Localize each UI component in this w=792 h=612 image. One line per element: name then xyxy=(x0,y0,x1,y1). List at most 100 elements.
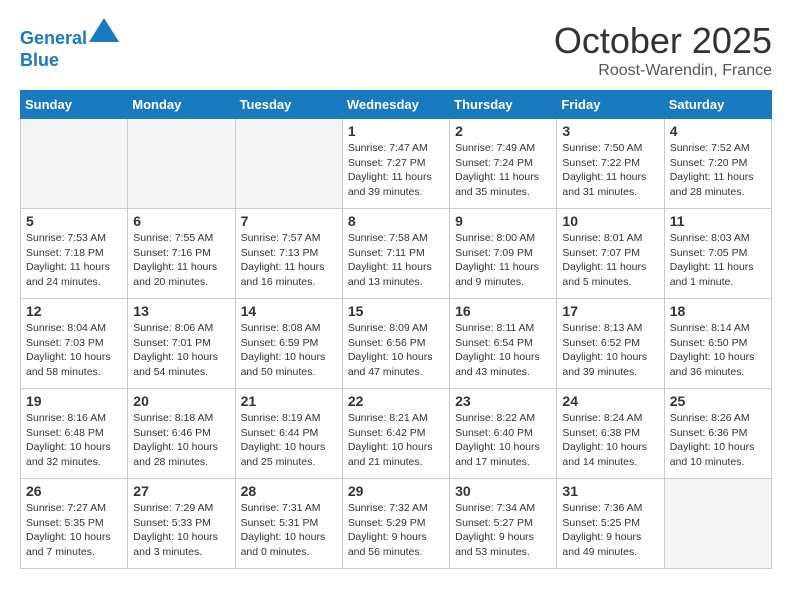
weekday-header-saturday: Saturday xyxy=(664,91,771,119)
day-number: 5 xyxy=(26,213,122,229)
day-number: 24 xyxy=(562,393,658,409)
calendar-week-row: 5 Sunrise: 7:53 AM Sunset: 7:18 PM Daylig… xyxy=(21,209,772,299)
day-number: 18 xyxy=(670,303,766,319)
day-info: Sunrise: 8:16 AM Sunset: 6:48 PM Dayligh… xyxy=(26,411,122,470)
day-number: 3 xyxy=(562,123,658,139)
day-info: Sunrise: 7:52 AM Sunset: 7:20 PM Dayligh… xyxy=(670,141,766,200)
day-number: 8 xyxy=(348,213,444,229)
day-info: Sunrise: 7:27 AM Sunset: 5:35 PM Dayligh… xyxy=(26,501,122,560)
logo: GeneralBlue xyxy=(20,20,119,71)
calendar-week-row: 19 Sunrise: 8:16 AM Sunset: 6:48 PM Dayli… xyxy=(21,389,772,479)
day-info: Sunrise: 7:36 AM Sunset: 5:25 PM Dayligh… xyxy=(562,501,658,560)
calendar-cell: 12Sunrise: 8:04 AM Sunset: 7:03 PM Dayli… xyxy=(21,299,128,389)
day-number: 17 xyxy=(562,303,658,319)
calendar-cell: 31 Sunrise: 7:36 AM Sunset: 5:25 PM Dayli… xyxy=(557,479,664,569)
calendar-cell: 14 Sunrise: 8:08 AM Sunset: 6:59 PM Dayli… xyxy=(235,299,342,389)
day-number: 10 xyxy=(562,213,658,229)
weekday-header-monday: Monday xyxy=(128,91,235,119)
day-info: Sunrise: 8:21 AM Sunset: 6:42 PM Dayligh… xyxy=(348,411,444,470)
calendar-cell: 4 Sunrise: 7:52 AM Sunset: 7:20 PM Daylig… xyxy=(664,119,771,209)
weekday-header-thursday: Thursday xyxy=(450,91,557,119)
calendar-cell: 18 Sunrise: 8:14 AM Sunset: 6:50 PM Dayli… xyxy=(664,299,771,389)
calendar-cell: 30 Sunrise: 7:34 AM Sunset: 5:27 PM Dayli… xyxy=(450,479,557,569)
calendar-cell: 21Sunrise: 8:19 AM Sunset: 6:44 PM Dayli… xyxy=(235,389,342,479)
calendar-cell: 11Sunrise: 8:03 AM Sunset: 7:05 PM Dayli… xyxy=(664,209,771,299)
calendar-cell: 27 Sunrise: 7:29 AM Sunset: 5:33 PM Dayli… xyxy=(128,479,235,569)
day-number: 13 xyxy=(133,303,229,319)
day-number: 31 xyxy=(562,483,658,499)
calendar-week-row: 26Sunrise: 7:27 AM Sunset: 5:35 PM Dayli… xyxy=(21,479,772,569)
location: Roost-Warendin, France xyxy=(554,62,772,80)
calendar-cell xyxy=(664,479,771,569)
calendar-cell: 29Sunrise: 7:32 AM Sunset: 5:29 PM Dayli… xyxy=(342,479,449,569)
day-info: Sunrise: 7:53 AM Sunset: 7:18 PM Dayligh… xyxy=(26,231,122,290)
weekday-header-wednesday: Wednesday xyxy=(342,91,449,119)
calendar-cell: 15Sunrise: 8:09 AM Sunset: 6:56 PM Dayli… xyxy=(342,299,449,389)
day-number: 30 xyxy=(455,483,551,499)
day-number: 15 xyxy=(348,303,444,319)
day-number: 28 xyxy=(241,483,337,499)
calendar-cell: 22Sunrise: 8:21 AM Sunset: 6:42 PM Dayli… xyxy=(342,389,449,479)
calendar-cell: 9 Sunrise: 8:00 AM Sunset: 7:09 PM Daylig… xyxy=(450,209,557,299)
calendar-header-row: SundayMondayTuesdayWednesdayThursdayFrid… xyxy=(21,91,772,119)
calendar-cell: 17 Sunrise: 8:13 AM Sunset: 6:52 PM Dayli… xyxy=(557,299,664,389)
day-number: 16 xyxy=(455,303,551,319)
day-info: Sunrise: 7:34 AM Sunset: 5:27 PM Dayligh… xyxy=(455,501,551,560)
calendar-cell: 19 Sunrise: 8:16 AM Sunset: 6:48 PM Dayli… xyxy=(21,389,128,479)
day-number: 19 xyxy=(26,393,122,409)
day-info: Sunrise: 7:55 AM Sunset: 7:16 PM Dayligh… xyxy=(133,231,229,290)
calendar-week-row: 1 Sunrise: 7:47 AM Sunset: 7:27 PM Daylig… xyxy=(21,119,772,209)
day-number: 25 xyxy=(670,393,766,409)
calendar-cell xyxy=(128,119,235,209)
weekday-header-sunday: Sunday xyxy=(21,91,128,119)
calendar-cell: 6Sunrise: 7:55 AM Sunset: 7:16 PM Daylig… xyxy=(128,209,235,299)
calendar-cell: 5 Sunrise: 7:53 AM Sunset: 7:18 PM Daylig… xyxy=(21,209,128,299)
day-info: Sunrise: 8:04 AM Sunset: 7:03 PM Dayligh… xyxy=(26,321,122,380)
day-number: 7 xyxy=(241,213,337,229)
calendar-cell: 10 Sunrise: 8:01 AM Sunset: 7:07 PM Dayli… xyxy=(557,209,664,299)
day-info: Sunrise: 8:18 AM Sunset: 6:46 PM Dayligh… xyxy=(133,411,229,470)
day-number: 4 xyxy=(670,123,766,139)
calendar-cell: 2 Sunrise: 7:49 AM Sunset: 7:24 PM Daylig… xyxy=(450,119,557,209)
calendar-cell: 23 Sunrise: 8:22 AM Sunset: 6:40 PM Dayli… xyxy=(450,389,557,479)
calendar-body: 1 Sunrise: 7:47 AM Sunset: 7:27 PM Daylig… xyxy=(21,119,772,569)
day-number: 29 xyxy=(348,483,444,499)
day-info: Sunrise: 7:49 AM Sunset: 7:24 PM Dayligh… xyxy=(455,141,551,200)
day-info: Sunrise: 8:01 AM Sunset: 7:07 PM Dayligh… xyxy=(562,231,658,290)
day-info: Sunrise: 8:19 AM Sunset: 6:44 PM Dayligh… xyxy=(241,411,337,470)
day-info: Sunrise: 8:13 AM Sunset: 6:52 PM Dayligh… xyxy=(562,321,658,380)
day-number: 23 xyxy=(455,393,551,409)
day-info: Sunrise: 7:50 AM Sunset: 7:22 PM Dayligh… xyxy=(562,141,658,200)
day-number: 2 xyxy=(455,123,551,139)
calendar-cell: 8 Sunrise: 7:58 AM Sunset: 7:11 PM Daylig… xyxy=(342,209,449,299)
day-info: Sunrise: 8:00 AM Sunset: 7:09 PM Dayligh… xyxy=(455,231,551,290)
calendar-cell xyxy=(235,119,342,209)
day-number: 14 xyxy=(241,303,337,319)
weekday-header-tuesday: Tuesday xyxy=(235,91,342,119)
day-info: Sunrise: 7:57 AM Sunset: 7:13 PM Dayligh… xyxy=(241,231,337,290)
calendar-table: SundayMondayTuesdayWednesdayThursdayFrid… xyxy=(20,90,772,569)
title-block: October 2025 Roost-Warendin, France xyxy=(554,20,772,80)
day-info: Sunrise: 7:58 AM Sunset: 7:11 PM Dayligh… xyxy=(348,231,444,290)
day-number: 1 xyxy=(348,123,444,139)
day-info: Sunrise: 8:24 AM Sunset: 6:38 PM Dayligh… xyxy=(562,411,658,470)
day-info: Sunrise: 8:08 AM Sunset: 6:59 PM Dayligh… xyxy=(241,321,337,380)
calendar-cell: 26Sunrise: 7:27 AM Sunset: 5:35 PM Dayli… xyxy=(21,479,128,569)
logo-text: GeneralBlue xyxy=(20,20,119,71)
day-info: Sunrise: 8:22 AM Sunset: 6:40 PM Dayligh… xyxy=(455,411,551,470)
calendar-cell: 20Sunrise: 8:18 AM Sunset: 6:46 PM Dayli… xyxy=(128,389,235,479)
calendar-cell: 13 Sunrise: 8:06 AM Sunset: 7:01 PM Dayli… xyxy=(128,299,235,389)
day-info: Sunrise: 7:31 AM Sunset: 5:31 PM Dayligh… xyxy=(241,501,337,560)
day-info: Sunrise: 8:06 AM Sunset: 7:01 PM Dayligh… xyxy=(133,321,229,380)
day-number: 27 xyxy=(133,483,229,499)
weekday-header-friday: Friday xyxy=(557,91,664,119)
day-info: Sunrise: 7:29 AM Sunset: 5:33 PM Dayligh… xyxy=(133,501,229,560)
calendar-cell: 1 Sunrise: 7:47 AM Sunset: 7:27 PM Daylig… xyxy=(342,119,449,209)
month-title: October 2025 xyxy=(554,20,772,62)
day-info: Sunrise: 8:26 AM Sunset: 6:36 PM Dayligh… xyxy=(670,411,766,470)
calendar-cell: 28 Sunrise: 7:31 AM Sunset: 5:31 PM Dayli… xyxy=(235,479,342,569)
calendar-cell: 3 Sunrise: 7:50 AM Sunset: 7:22 PM Daylig… xyxy=(557,119,664,209)
day-info: Sunrise: 7:47 AM Sunset: 7:27 PM Dayligh… xyxy=(348,141,444,200)
day-number: 9 xyxy=(455,213,551,229)
day-info: Sunrise: 8:14 AM Sunset: 6:50 PM Dayligh… xyxy=(670,321,766,380)
